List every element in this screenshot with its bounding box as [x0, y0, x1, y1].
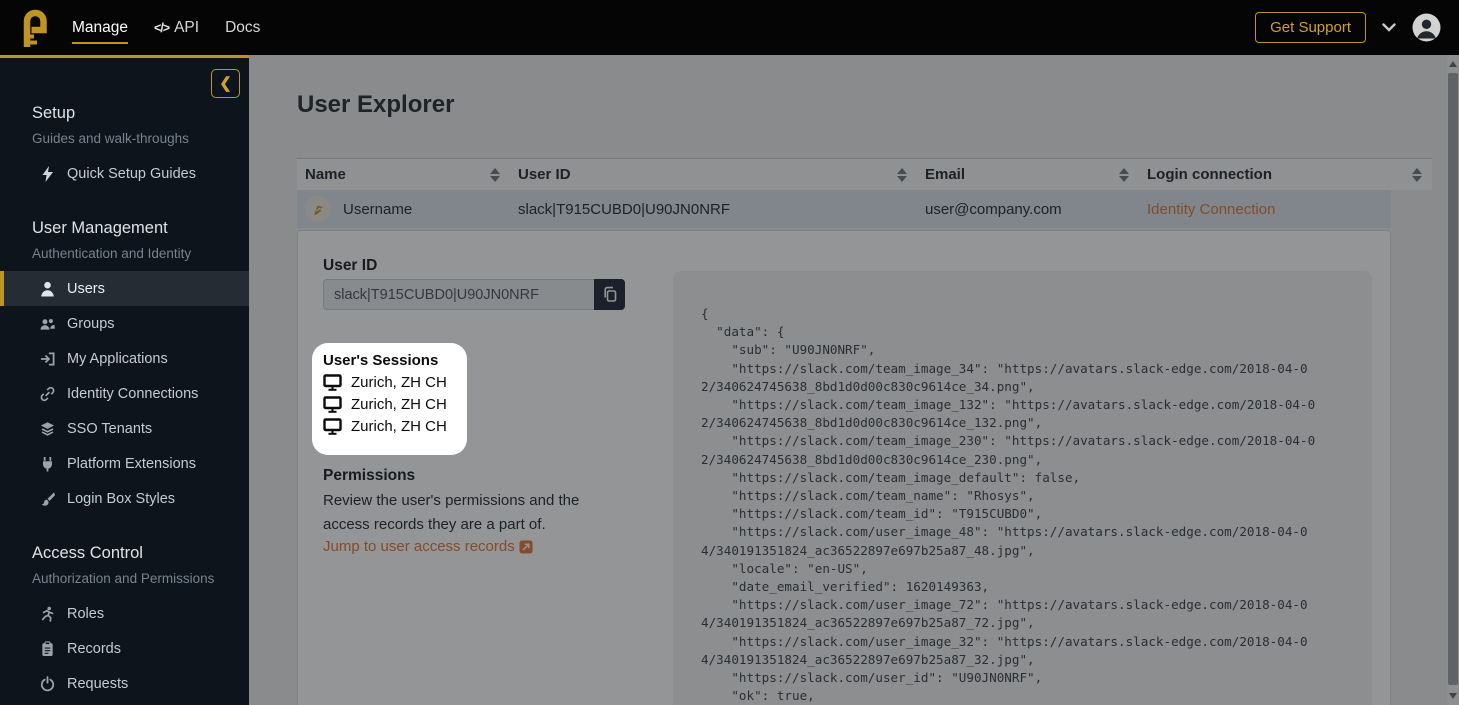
power-icon — [40, 676, 55, 692]
clipboard-icon — [40, 641, 55, 657]
section-title-access-control: Access Control — [0, 544, 249, 563]
get-support-button[interactable]: Get Support — [1255, 12, 1366, 43]
session-item[interactable]: Zurich, ZH CH — [323, 418, 457, 435]
layers-icon — [40, 421, 55, 437]
sidebar-item-records[interactable]: Records — [0, 631, 249, 666]
app-logo[interactable] — [18, 8, 50, 48]
bolt-icon — [40, 166, 55, 182]
sign-in-icon — [40, 351, 55, 367]
sidebar-collapse-button[interactable]: ❮ — [211, 69, 240, 98]
sidebar-item-label: SSO Tenants — [67, 421, 152, 437]
sidebar-item-identity-connections[interactable]: Identity Connections — [0, 376, 249, 411]
monitor-icon — [323, 374, 342, 391]
sidebar-item-sso-tenants[interactable]: SSO Tenants — [0, 411, 249, 446]
session-location: Zurich, ZH CH — [351, 396, 447, 413]
running-person-icon — [40, 606, 55, 622]
sidebar-item-label: Requests — [67, 676, 128, 692]
link-icon — [40, 386, 55, 402]
plug-icon — [40, 456, 55, 472]
sidebar-item-my-applications[interactable]: My Applications — [0, 341, 249, 376]
section-title-setup: Setup — [0, 104, 249, 123]
section-subtitle-access-control: Authorization and Permissions — [0, 571, 249, 586]
session-item[interactable]: Zurich, ZH CH — [323, 374, 457, 391]
nav-manage[interactable]: Manage — [72, 19, 128, 44]
sidebar-item-roles[interactable]: Roles — [0, 596, 249, 631]
sidebar-item-groups[interactable]: Groups — [0, 306, 249, 341]
code-brackets-icon: </> — [154, 21, 169, 35]
main-content: User Explorer Name User ID Email Login c… — [249, 55, 1459, 705]
user-sessions-title: User's Sessions — [323, 352, 457, 369]
sidebar-item-requests[interactable]: Requests — [0, 666, 249, 701]
user-sessions-spotlight: User's Sessions Zurich, ZH CH Zurich, ZH… — [312, 343, 467, 455]
user-icon — [40, 281, 55, 297]
brand-key-icon — [18, 8, 50, 48]
sidebar-item-platform-extensions[interactable]: Platform Extensions — [0, 446, 249, 481]
sidebar-item-label: My Applications — [67, 351, 168, 367]
chevron-down-icon[interactable] — [1382, 23, 1396, 32]
sidebar-item-service-clients[interactable]: Service Clients — [0, 701, 249, 705]
nav-api-label: API — [174, 19, 199, 37]
sidebar-item-label: Groups — [67, 316, 115, 332]
users-icon — [40, 316, 55, 332]
top-navbar: Manage </> API Docs Get Support — [0, 0, 1459, 55]
nav-api[interactable]: </> API — [154, 19, 199, 37]
sidebar-item-label: Login Box Styles — [67, 491, 175, 507]
sidebar: ❮ Setup Guides and walk-throughs Quick S… — [0, 55, 249, 705]
sidebar-item-users[interactable]: Users — [0, 271, 249, 306]
session-item[interactable]: Zurich, ZH CH — [323, 396, 457, 413]
session-location: Zurich, ZH CH — [351, 418, 447, 435]
nav-docs[interactable]: Docs — [225, 19, 260, 37]
sidebar-item-label: Quick Setup Guides — [67, 166, 196, 182]
monitor-icon — [323, 396, 342, 413]
session-location: Zurich, ZH CH — [351, 374, 447, 391]
user-avatar-icon[interactable] — [1412, 13, 1441, 42]
sidebar-item-label: Records — [67, 641, 121, 657]
section-title-user-management: User Management — [0, 219, 249, 238]
sidebar-item-label: Users — [67, 281, 105, 297]
monitor-icon — [323, 418, 342, 435]
sidebar-item-quick-setup-guides[interactable]: Quick Setup Guides — [0, 156, 249, 191]
sidebar-item-login-box-styles[interactable]: Login Box Styles — [0, 481, 249, 516]
sidebar-item-label: Roles — [67, 606, 104, 622]
brush-icon — [40, 491, 55, 507]
section-subtitle-setup: Guides and walk-throughs — [0, 131, 249, 146]
sidebar-item-label: Platform Extensions — [67, 456, 196, 472]
section-subtitle-user-management: Authentication and Identity — [0, 246, 249, 261]
sidebar-item-label: Identity Connections — [67, 386, 198, 402]
